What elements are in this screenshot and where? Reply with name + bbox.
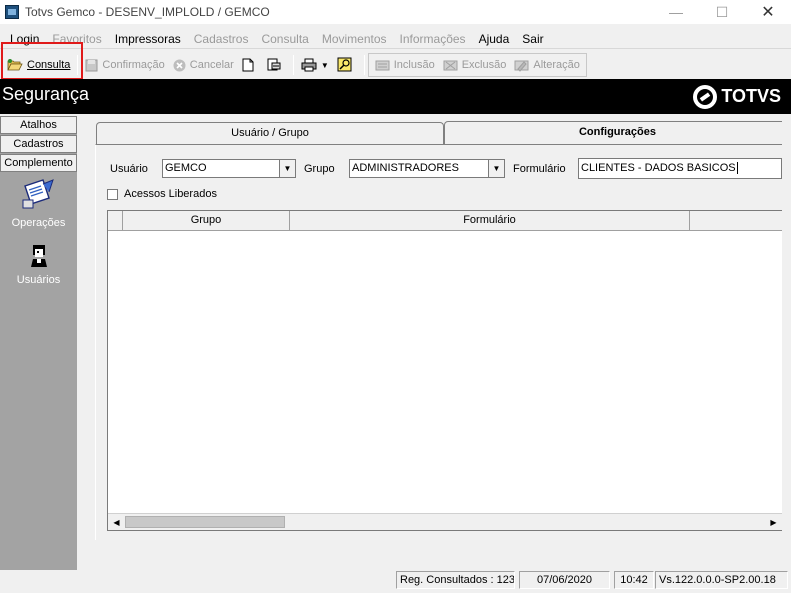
new-document-icon — [242, 58, 254, 72]
app-icon — [5, 5, 19, 19]
grid-header: Grupo Formulário — [108, 211, 782, 231]
scroll-right-icon[interactable]: ▶ — [765, 514, 782, 530]
print-preview-button[interactable] — [262, 54, 290, 76]
grid-col-extra[interactable] — [690, 211, 782, 231]
chevron-down-icon[interactable]: ▼ — [279, 160, 295, 177]
folder-open-icon — [7, 58, 23, 72]
operations-icon — [21, 179, 57, 215]
acessos-liberados-label: Acessos Liberados — [124, 188, 217, 200]
help-search-icon — [337, 57, 353, 73]
scrollbar-thumb[interactable] — [125, 516, 285, 528]
sidebar-item-label: Operações — [11, 217, 66, 229]
grid-col-indicator[interactable] — [108, 211, 123, 231]
minimize-button[interactable]: — — [653, 0, 699, 24]
cancel-icon — [173, 59, 186, 72]
menu-bar: Login Favoritos Impressoras Cadastros Co… — [0, 29, 791, 49]
acessos-liberados-checkbox-row[interactable]: Acessos Liberados — [107, 188, 217, 200]
printer-icon — [301, 58, 317, 72]
chevron-down-icon: ▼ — [320, 60, 329, 70]
chevron-down-icon[interactable]: ▼ — [488, 160, 504, 177]
printer-dropdown-button[interactable]: ▼ — [297, 54, 333, 76]
sidebar-tab-cadastros[interactable]: Cadastros — [0, 135, 77, 153]
menu-cadastros[interactable]: Cadastros — [194, 32, 249, 46]
toolbar-separator — [363, 55, 365, 75]
sidebar-item-operacoes[interactable]: Operações — [0, 178, 77, 229]
toolbar-separator — [77, 55, 79, 75]
sidebar: Atalhos Cadastros Complemento Operações … — [0, 116, 77, 570]
formulario-value: CLIENTES - DADOS BASICOS — [581, 162, 736, 174]
close-button[interactable]: ✕ — [745, 0, 791, 24]
scroll-left-icon[interactable]: ◀ — [108, 514, 125, 530]
grupo-combo[interactable]: ADMINISTRADORES ▼ — [349, 159, 505, 178]
exclusao-label: Exclusão — [461, 59, 507, 71]
exclusao-button[interactable]: Exclusão — [439, 54, 511, 76]
grupo-label: Grupo — [304, 163, 335, 175]
confirmacao-button[interactable]: Confirmação — [81, 54, 168, 76]
save-icon — [85, 59, 98, 72]
formulario-input[interactable]: CLIENTES - DADOS BASICOS​ — [578, 158, 782, 179]
add-record-icon — [375, 59, 390, 72]
menu-favoritos[interactable]: Favoritos — [52, 32, 101, 46]
status-bar: Reg. Consultados : 123 07/06/2020 10:42 … — [0, 570, 791, 593]
window-controls: — ☐ ✕ — [653, 0, 791, 24]
module-title: Segurança — [2, 84, 90, 104]
tab-configuracoes[interactable]: Configurações — [444, 121, 791, 145]
consulta-label: Consulta — [27, 59, 71, 71]
sidebar-tab-complemento[interactable]: Complemento — [0, 154, 77, 172]
menu-movimentos[interactable]: Movimentos — [322, 32, 387, 46]
grid-col-grupo[interactable]: Grupo — [123, 211, 290, 231]
text-cursor: ​ — [736, 162, 738, 174]
status-date: 07/06/2020 — [519, 571, 610, 589]
window-title: Totvs Gemco - DESENV_IMPLOLD / GEMCO — [25, 5, 270, 19]
formulario-label: Formulário — [513, 163, 566, 175]
grupo-value: ADMINISTRADORES — [352, 162, 459, 174]
delete-record-icon — [443, 59, 458, 72]
title-bar: Totvs Gemco - DESENV_IMPLOLD / GEMCO — ☐… — [0, 0, 791, 24]
menu-sair[interactable]: Sair — [522, 32, 543, 46]
menu-login[interactable]: Login — [10, 32, 39, 46]
totvs-logo-text: TOTVS — [721, 86, 781, 106]
usuario-value: GEMCO — [165, 162, 207, 174]
grid-col-formulario[interactable]: Formulário — [290, 211, 690, 231]
cancelar-label: Cancelar — [189, 59, 234, 71]
usuario-combo[interactable]: GEMCO ▼ — [162, 159, 296, 178]
status-version: Vs.122.0.0.0-SP2.00.18 — [655, 571, 788, 589]
edit-actions-group: Inclusão Exclusão Alteração — [367, 53, 587, 77]
inclusao-label: Inclusão — [393, 59, 435, 71]
configuracoes-panel: Usuário GEMCO ▼ Grupo ADMINISTRADORES ▼ … — [95, 144, 791, 540]
cancelar-button[interactable]: Cancelar — [169, 54, 238, 76]
print-preview-icon — [266, 58, 282, 72]
access-grid: Grupo Formulário ◀ ▶ — [107, 210, 783, 531]
edit-record-icon — [514, 59, 529, 72]
confirmacao-label: Confirmação — [102, 59, 165, 71]
window-right-edge — [782, 116, 791, 570]
alteracao-button[interactable]: Alteração — [510, 54, 583, 76]
menu-ajuda[interactable]: Ajuda — [479, 32, 510, 46]
acessos-liberados-checkbox[interactable] — [107, 188, 118, 200]
sidebar-item-usuarios[interactable]: Usuários — [0, 241, 77, 286]
alteracao-label: Alteração — [533, 59, 580, 71]
usuario-label: Usuário — [110, 163, 148, 175]
help-search-button[interactable] — [333, 54, 361, 76]
toolbar-separator — [292, 55, 294, 75]
status-time: 10:42 — [614, 571, 654, 589]
consulta-button[interactable]: Consulta — [3, 54, 74, 76]
menu-consulta[interactable]: Consulta — [261, 32, 308, 46]
module-header: Segurança TOTVS — [0, 79, 791, 114]
maximize-button[interactable]: ☐ — [699, 0, 745, 24]
toolbar: Consulta Confirmação Cancelar ▼ Inclusão… — [0, 52, 600, 78]
tab-panel: Usuário / Grupo Configurações Usuário GE… — [95, 121, 791, 540]
inclusao-button[interactable]: Inclusão — [371, 54, 439, 76]
new-document-button[interactable] — [238, 54, 262, 76]
totvs-logo: TOTVS — [693, 84, 781, 109]
menu-informacoes[interactable]: Informações — [400, 32, 466, 46]
tab-usuario-grupo[interactable]: Usuário / Grupo — [96, 122, 444, 144]
users-icon — [27, 245, 51, 272]
status-reg-consultados: Reg. Consultados : 123 — [396, 571, 515, 589]
sidebar-item-label: Usuários — [16, 274, 61, 286]
sidebar-tab-atalhos[interactable]: Atalhos — [0, 116, 77, 134]
totvs-logo-icon — [693, 84, 718, 109]
horizontal-scrollbar[interactable]: ◀ ▶ — [108, 513, 782, 530]
menu-impressoras[interactable]: Impressoras — [115, 32, 181, 46]
